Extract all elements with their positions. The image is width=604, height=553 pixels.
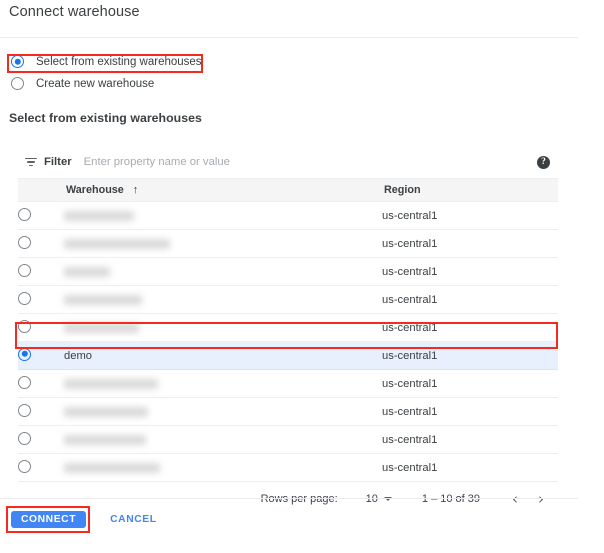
column-header-region-label: Region <box>384 184 421 196</box>
warehouse-name-cell <box>64 314 382 342</box>
row-select-cell[interactable] <box>18 286 64 314</box>
region-cell: us-central1 <box>382 454 558 482</box>
row-select-cell[interactable] <box>18 202 64 230</box>
column-header-region[interactable]: Region <box>382 179 558 202</box>
redacted-warehouse-name <box>64 379 158 389</box>
region-cell: us-central1 <box>382 314 558 342</box>
region-cell: us-central1 <box>382 258 558 286</box>
page-title: Connect warehouse <box>9 4 140 20</box>
warehouse-name-cell <box>64 398 382 426</box>
radio-icon-unselected[interactable] <box>18 404 31 417</box>
warehouse-table-body: us-central1us-central1us-central1us-cent… <box>18 202 558 482</box>
radio-icon-unselected[interactable] <box>18 432 31 445</box>
rows-per-page-select[interactable]: 10 <box>366 493 392 505</box>
region-cell: us-central1 <box>382 286 558 314</box>
region-cell: us-central1 <box>382 342 558 370</box>
warehouse-mode-radio-group: Select from existing warehouses Create n… <box>0 52 220 93</box>
next-page-button[interactable]: › <box>528 490 554 508</box>
warehouse-name-cell <box>64 426 382 454</box>
column-header-warehouse[interactable]: Warehouse ↑ <box>64 179 382 202</box>
row-select-cell[interactable] <box>18 454 64 482</box>
radio-option-label: Create new warehouse <box>36 78 154 90</box>
redacted-warehouse-name <box>64 211 134 221</box>
filter-input[interactable] <box>84 156 374 168</box>
radio-icon-selected[interactable] <box>18 348 31 361</box>
rows-per-page-value: 10 <box>366 493 378 505</box>
radio-icon-unselected[interactable] <box>18 320 31 333</box>
region-cell: us-central1 <box>382 398 558 426</box>
warehouse-table: Warehouse ↑ Region us-central1us-central… <box>18 178 558 482</box>
region-cell: us-central1 <box>382 202 558 230</box>
filter-bar: Filter ? <box>18 146 558 178</box>
warehouse-name-cell <box>64 286 382 314</box>
title-divider <box>0 37 578 38</box>
table-row[interactable]: us-central1 <box>18 286 558 314</box>
filter-label: Filter <box>44 156 72 168</box>
redacted-warehouse-name <box>64 407 148 417</box>
radio-icon-unselected[interactable] <box>18 460 31 473</box>
footer-divider <box>0 498 578 499</box>
row-select-cell[interactable] <box>18 342 64 370</box>
redacted-warehouse-name <box>64 295 142 305</box>
table-row[interactable]: us-central1 <box>18 314 558 342</box>
connect-button[interactable]: CONNECT <box>11 511 86 528</box>
radio-icon-unselected[interactable] <box>11 77 24 90</box>
row-select-cell[interactable] <box>18 398 64 426</box>
row-select-cell[interactable] <box>18 370 64 398</box>
radio-option-select-existing[interactable]: Select from existing warehouses <box>0 52 220 71</box>
radio-icon-unselected[interactable] <box>18 292 31 305</box>
table-row[interactable]: us-central1 <box>18 258 558 286</box>
table-row[interactable]: us-central1 <box>18 398 558 426</box>
warehouse-name-cell <box>64 454 382 482</box>
previous-page-button[interactable]: ‹ <box>502 490 528 508</box>
warehouse-name-cell <box>64 230 382 258</box>
row-select-cell[interactable] <box>18 314 64 342</box>
warehouse-name-cell <box>64 370 382 398</box>
redacted-warehouse-name <box>64 323 139 333</box>
warehouse-name-cell <box>64 202 382 230</box>
pagination-range-label: 1 – 10 of 39 <box>422 493 480 505</box>
region-cell: us-central1 <box>382 230 558 258</box>
redacted-warehouse-name <box>64 267 110 277</box>
warehouse-name-cell: demo <box>64 342 382 370</box>
table-row[interactable]: us-central1 <box>18 454 558 482</box>
help-icon[interactable]: ? <box>537 156 550 169</box>
table-row[interactable]: demous-central1 <box>18 342 558 370</box>
row-select-cell[interactable] <box>18 426 64 454</box>
radio-icon-unselected[interactable] <box>18 264 31 277</box>
action-bar: CONNECT CANCEL <box>11 511 157 528</box>
rows-per-page-label: Rows per page: <box>261 493 338 505</box>
radio-option-create-new[interactable]: Create new warehouse <box>0 74 220 93</box>
table-row[interactable]: us-central1 <box>18 202 558 230</box>
table-row[interactable]: us-central1 <box>18 426 558 454</box>
filter-icon <box>24 157 37 168</box>
redacted-warehouse-name <box>64 463 160 473</box>
region-cell: us-central1 <box>382 370 558 398</box>
warehouse-table-panel: Filter ? Warehouse ↑ Region <box>18 146 558 516</box>
warehouse-name-cell <box>64 258 382 286</box>
table-row[interactable]: us-central1 <box>18 370 558 398</box>
table-row[interactable]: us-central1 <box>18 230 558 258</box>
row-select-cell[interactable] <box>18 258 64 286</box>
radio-icon-selected[interactable] <box>11 55 24 68</box>
radio-option-label: Select from existing warehouses <box>36 56 202 68</box>
row-select-cell[interactable] <box>18 230 64 258</box>
redacted-warehouse-name <box>64 435 146 445</box>
sort-ascending-icon[interactable]: ↑ <box>133 185 139 196</box>
table-header-row: Warehouse ↑ Region <box>18 179 558 202</box>
radio-icon-unselected[interactable] <box>18 208 31 221</box>
cancel-button[interactable]: CANCEL <box>110 514 157 525</box>
column-header-select <box>18 179 64 202</box>
redacted-warehouse-name <box>64 239 170 249</box>
region-cell: us-central1 <box>382 426 558 454</box>
section-heading: Select from existing warehouses <box>9 111 202 125</box>
radio-icon-unselected[interactable] <box>18 236 31 249</box>
column-header-warehouse-label: Warehouse <box>66 184 124 196</box>
radio-icon-unselected[interactable] <box>18 376 31 389</box>
